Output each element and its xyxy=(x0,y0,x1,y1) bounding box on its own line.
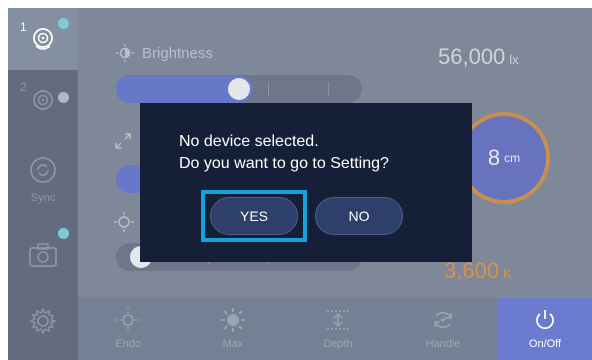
status-dot xyxy=(58,92,69,103)
handle-rotate-icon xyxy=(434,312,452,328)
rail-item-camera[interactable] xyxy=(8,224,78,286)
illuminance-value: 56,000 xyxy=(438,44,506,69)
endo-light-icon xyxy=(116,308,140,332)
rail-item-number: 2 xyxy=(20,80,27,94)
slider-tick xyxy=(328,82,329,96)
rail-item-sync[interactable] xyxy=(8,148,78,192)
handle-mode-button[interactable]: Handle xyxy=(398,298,488,360)
dialog-message: No device selected. Do you want to go to… xyxy=(179,131,459,175)
power-icon xyxy=(536,310,554,330)
sync-label: Sync xyxy=(30,192,56,204)
rail-item-device-2[interactable]: 2 xyxy=(8,70,78,132)
dialog-message-line-1: No device selected. xyxy=(179,133,319,150)
brightness-control-label: Brightness xyxy=(116,44,213,62)
depth-icon xyxy=(327,310,349,330)
color-temperature-unit: K xyxy=(503,266,512,281)
rail-item-number: 1 xyxy=(20,20,27,34)
status-dot xyxy=(58,228,69,239)
endoscope-light-icon xyxy=(33,28,53,50)
rail-item-settings[interactable] xyxy=(8,290,78,352)
max-mode-button[interactable]: Max xyxy=(188,298,278,360)
brightness-label: Brightness xyxy=(142,44,213,62)
illuminance-reading: 56,000 lx xyxy=(438,44,519,70)
dialog-message-line-2: Do you want to go to Setting? xyxy=(179,155,389,172)
illuminance-unit: lx xyxy=(509,52,519,67)
max-light-icon xyxy=(221,308,245,332)
device-screen: 1 2 Sync Brightness 56,000 lx 8 cm 3,600… xyxy=(8,8,592,360)
brightness-slider[interactable] xyxy=(116,75,362,103)
depth-mode-button[interactable]: Depth xyxy=(293,298,383,360)
left-rail: 1 2 Sync xyxy=(8,8,78,360)
brightness-icon xyxy=(116,44,134,62)
distance-unit: cm xyxy=(504,151,521,165)
zoom-expand-icon xyxy=(115,133,131,149)
rail-item-device-1[interactable]: 1 xyxy=(8,8,78,70)
depth-label: Depth xyxy=(323,338,353,350)
gear-icon xyxy=(29,307,57,335)
no-button[interactable]: NO xyxy=(315,197,403,235)
slider-tick xyxy=(268,82,269,96)
color-temperature-icon xyxy=(114,212,134,232)
bottom-bar: Endo Max Depth Handle On/Off xyxy=(78,298,592,360)
on-off-button[interactable]: On/Off xyxy=(498,298,592,360)
on-off-label: On/Off xyxy=(528,338,562,350)
endoscope-light-icon xyxy=(33,90,53,110)
endo-label: Endo xyxy=(115,338,141,350)
endo-mode-button[interactable]: Endo xyxy=(83,298,173,360)
status-dot xyxy=(58,18,69,29)
brightness-slider-knob[interactable] xyxy=(228,78,250,100)
camera-icon xyxy=(29,243,57,267)
yes-button[interactable]: YES xyxy=(210,197,298,235)
distance-value: 8 xyxy=(487,145,501,170)
no-device-dialog: No device selected. Do you want to go to… xyxy=(140,103,472,262)
handle-label: Handle xyxy=(425,338,461,350)
sync-icon xyxy=(30,157,56,183)
max-label: Max xyxy=(222,338,244,350)
